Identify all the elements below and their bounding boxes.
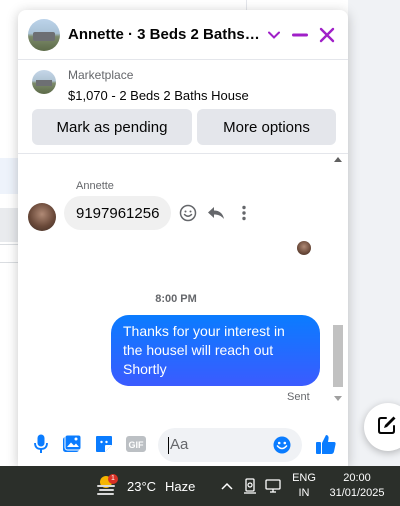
message-actions	[178, 203, 254, 223]
message-composer: GIF Aa	[18, 416, 348, 466]
message-list: Annette 9197961256 8:00 PM Thanks for yo…	[18, 155, 348, 407]
svg-text:GIF: GIF	[129, 440, 145, 450]
conversation-title[interactable]: Annette · 3 Beds 2 Baths H...	[68, 26, 260, 43]
minimize-button[interactable]	[287, 21, 313, 49]
taskbar: 1 23°C Haze ENG IN 20:00 31/01/2025	[0, 466, 400, 506]
clock-time: 20:00	[343, 472, 371, 484]
background-right-panel	[348, 0, 400, 466]
more-options-button[interactable]: More options	[197, 109, 336, 145]
system-clock[interactable]: 20:00 31/01/2025	[326, 471, 388, 501]
message-scrollbar[interactable]	[332, 155, 344, 407]
microphone-icon[interactable]	[30, 433, 52, 455]
scroll-thumb[interactable]	[333, 325, 343, 387]
chevron-up-icon[interactable]	[218, 477, 236, 495]
sticker-icon[interactable]	[93, 433, 115, 455]
chat-header[interactable]: Annette · 3 Beds 2 Baths H...	[18, 10, 348, 60]
mark-as-pending-button[interactable]: Mark as pending	[32, 109, 192, 145]
language-indicator[interactable]: ENG IN	[292, 471, 316, 501]
weather-condition[interactable]: Haze	[165, 479, 195, 494]
message-input-placeholder: Aa	[170, 436, 189, 454]
conversation-avatar[interactable]	[28, 18, 60, 51]
compose-icon	[377, 415, 397, 440]
weather-alert-badge: 1	[108, 474, 118, 484]
reply-icon[interactable]	[206, 203, 226, 223]
message-input[interactable]: Aa	[158, 428, 302, 462]
photo-icon[interactable]	[61, 433, 83, 455]
network-icon[interactable]	[264, 477, 282, 495]
more-icon[interactable]	[234, 203, 254, 223]
outgoing-message[interactable]: Thanks for your interest in the housel w…	[111, 315, 320, 386]
weather-temperature[interactable]: 23°C	[127, 479, 156, 494]
outgoing-message-text: Thanks for your interest in the housel w…	[123, 323, 285, 377]
close-button[interactable]	[314, 21, 340, 49]
gif-icon[interactable]: GIF	[125, 433, 147, 455]
listing-source: Marketplace	[68, 68, 134, 82]
chevron-down-icon[interactable]	[266, 27, 281, 43]
sender-name: Annette	[76, 180, 114, 192]
smiley-icon[interactable]	[178, 203, 198, 223]
meet-now-icon[interactable]	[241, 477, 259, 495]
incoming-message[interactable]: 9197961256	[64, 196, 172, 230]
incoming-message-text: 9197961256	[76, 204, 160, 222]
scroll-up-arrow[interactable]	[334, 157, 342, 162]
emoji-icon[interactable]	[272, 435, 292, 455]
chat-popup: Annette · 3 Beds 2 Baths H... Marketplac…	[18, 10, 348, 466]
listing-title[interactable]: $1,070 - 2 Beds 2 Baths House	[68, 88, 249, 103]
listing-thumbnail[interactable]	[32, 70, 56, 94]
scroll-down-arrow[interactable]	[334, 396, 342, 401]
language-code: ENG	[292, 472, 316, 484]
like-icon[interactable]	[315, 433, 337, 455]
clock-date: 31/01/2025	[329, 487, 385, 499]
sent-status: Sent	[287, 391, 310, 403]
avatar[interactable]	[28, 203, 56, 231]
message-timestamp: 8:00 PM	[155, 293, 197, 305]
language-region: IN	[298, 487, 310, 499]
seen-indicator-avatar	[297, 241, 311, 255]
marketplace-listing-bar[interactable]: Marketplace $1,070 - 2 Beds 2 Baths Hous…	[18, 60, 348, 154]
